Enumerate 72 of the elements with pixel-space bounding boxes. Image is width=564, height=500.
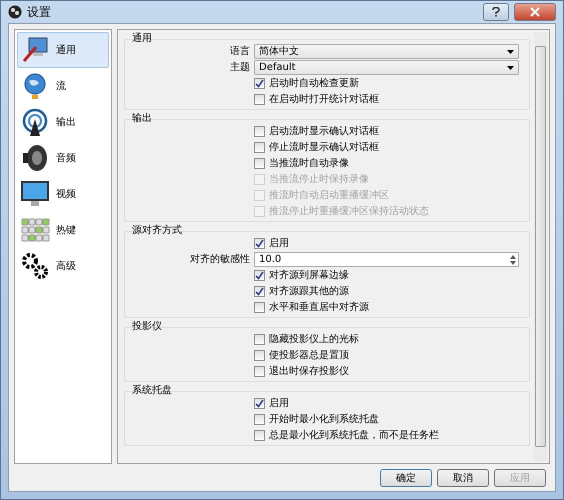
section-title: 通用: [131, 32, 153, 45]
checkbox[interactable]: [254, 430, 265, 441]
checkbox[interactable]: [254, 334, 265, 345]
checkbox[interactable]: [254, 158, 265, 169]
checkbox[interactable]: [254, 366, 265, 377]
checkbox-label: 启用: [269, 397, 289, 410]
sidebar-item[interactable]: 流: [17, 68, 109, 104]
sidebar-item[interactable]: 视频: [17, 176, 109, 212]
field-label: 语言: [230, 45, 250, 58]
field-label: 对齐的敏感性: [190, 253, 250, 266]
app-logo-icon: [8, 5, 22, 19]
check-icon: [255, 399, 264, 408]
monitor-tools-icon: [20, 35, 50, 65]
check-icon: [255, 239, 264, 248]
sidebar-item[interactable]: 输出: [17, 104, 109, 140]
sidebar-item[interactable]: 通用: [17, 32, 109, 68]
dialog-button[interactable]: 确定: [380, 469, 432, 487]
window-title: 设置: [27, 4, 52, 20]
field-label: 主题: [230, 61, 250, 74]
checkbox-label: 对齐源到屏幕边缘: [269, 269, 349, 282]
checkbox[interactable]: [254, 350, 265, 361]
checkbox[interactable]: [254, 302, 265, 313]
checkbox[interactable]: [254, 142, 265, 153]
checkbox[interactable]: [254, 414, 265, 425]
sidebar-item[interactable]: 音频: [17, 140, 109, 176]
checkbox-label: 当推流时自动录像: [269, 157, 349, 170]
monitor-icon: [20, 179, 50, 209]
checkbox-label: 水平和垂直居中对齐源: [269, 301, 369, 314]
checkbox-label: 当推流停止时保持录像: [269, 173, 369, 186]
checkbox-label: 退出时保存投影仪: [269, 365, 349, 378]
sidebar-item[interactable]: 高级: [17, 248, 109, 284]
checkbox-label: 启动时自动检查更新: [269, 77, 359, 90]
antenna-icon: [20, 107, 50, 137]
checkbox-label: 推流停止时重播缓冲区保持活动状态: [269, 205, 429, 218]
dropdown[interactable]: Default: [254, 60, 519, 75]
checkbox[interactable]: [254, 126, 265, 137]
scrollbar[interactable]: [534, 32, 547, 461]
close-icon: [530, 7, 540, 17]
checkbox-label: 停止流时显示确认对话框: [269, 141, 379, 154]
checkbox-label: 启用: [269, 237, 289, 250]
checkbox-label: 启动流时显示确认对话框: [269, 125, 379, 138]
section-title: 输出: [131, 112, 153, 125]
section-title: 源对齐方式: [131, 224, 183, 237]
spin-arrows-icon: [508, 252, 518, 266]
gears-icon: [20, 251, 50, 281]
check-icon: [255, 79, 264, 88]
dropdown[interactable]: 简体中文: [254, 44, 519, 59]
help-icon: [492, 7, 500, 17]
section-title: 系统托盘: [131, 384, 173, 397]
dialog-button[interactable]: 取消: [437, 469, 489, 487]
checkbox[interactable]: [254, 238, 265, 249]
checkbox[interactable]: [254, 398, 265, 409]
checkbox-label: 总是最小化到系统托盘，而不是任务栏: [269, 429, 439, 442]
dropdown-caret-icon: [507, 66, 514, 70]
checkbox-label: 隐藏投影仪上的光标: [269, 333, 359, 346]
speaker-icon: [20, 143, 50, 173]
section-title: 投影仪: [131, 320, 163, 333]
help-button[interactable]: [483, 3, 509, 21]
dropdown-caret-icon: [507, 50, 514, 54]
scrollbar-thumb[interactable]: [535, 46, 546, 447]
checkbox[interactable]: [254, 94, 265, 105]
close-button[interactable]: [514, 3, 556, 21]
checkbox-label: 在启动时打开统计对话框: [269, 93, 379, 106]
checkbox-label: 使投影器总是置顶: [269, 349, 349, 362]
checkbox-label: 对齐源跟其他的源: [269, 285, 349, 298]
checkbox[interactable]: [254, 286, 265, 297]
checkbox-label: 开始时最小化到系统托盘: [269, 413, 379, 426]
checkbox-label: 推流时自动启动重播缓冲区: [269, 189, 389, 202]
checkbox[interactable]: [254, 78, 265, 89]
number-field[interactable]: 10.0: [254, 252, 519, 267]
checkbox[interactable]: [254, 270, 265, 281]
sidebar-item[interactable]: 热键: [17, 212, 109, 248]
